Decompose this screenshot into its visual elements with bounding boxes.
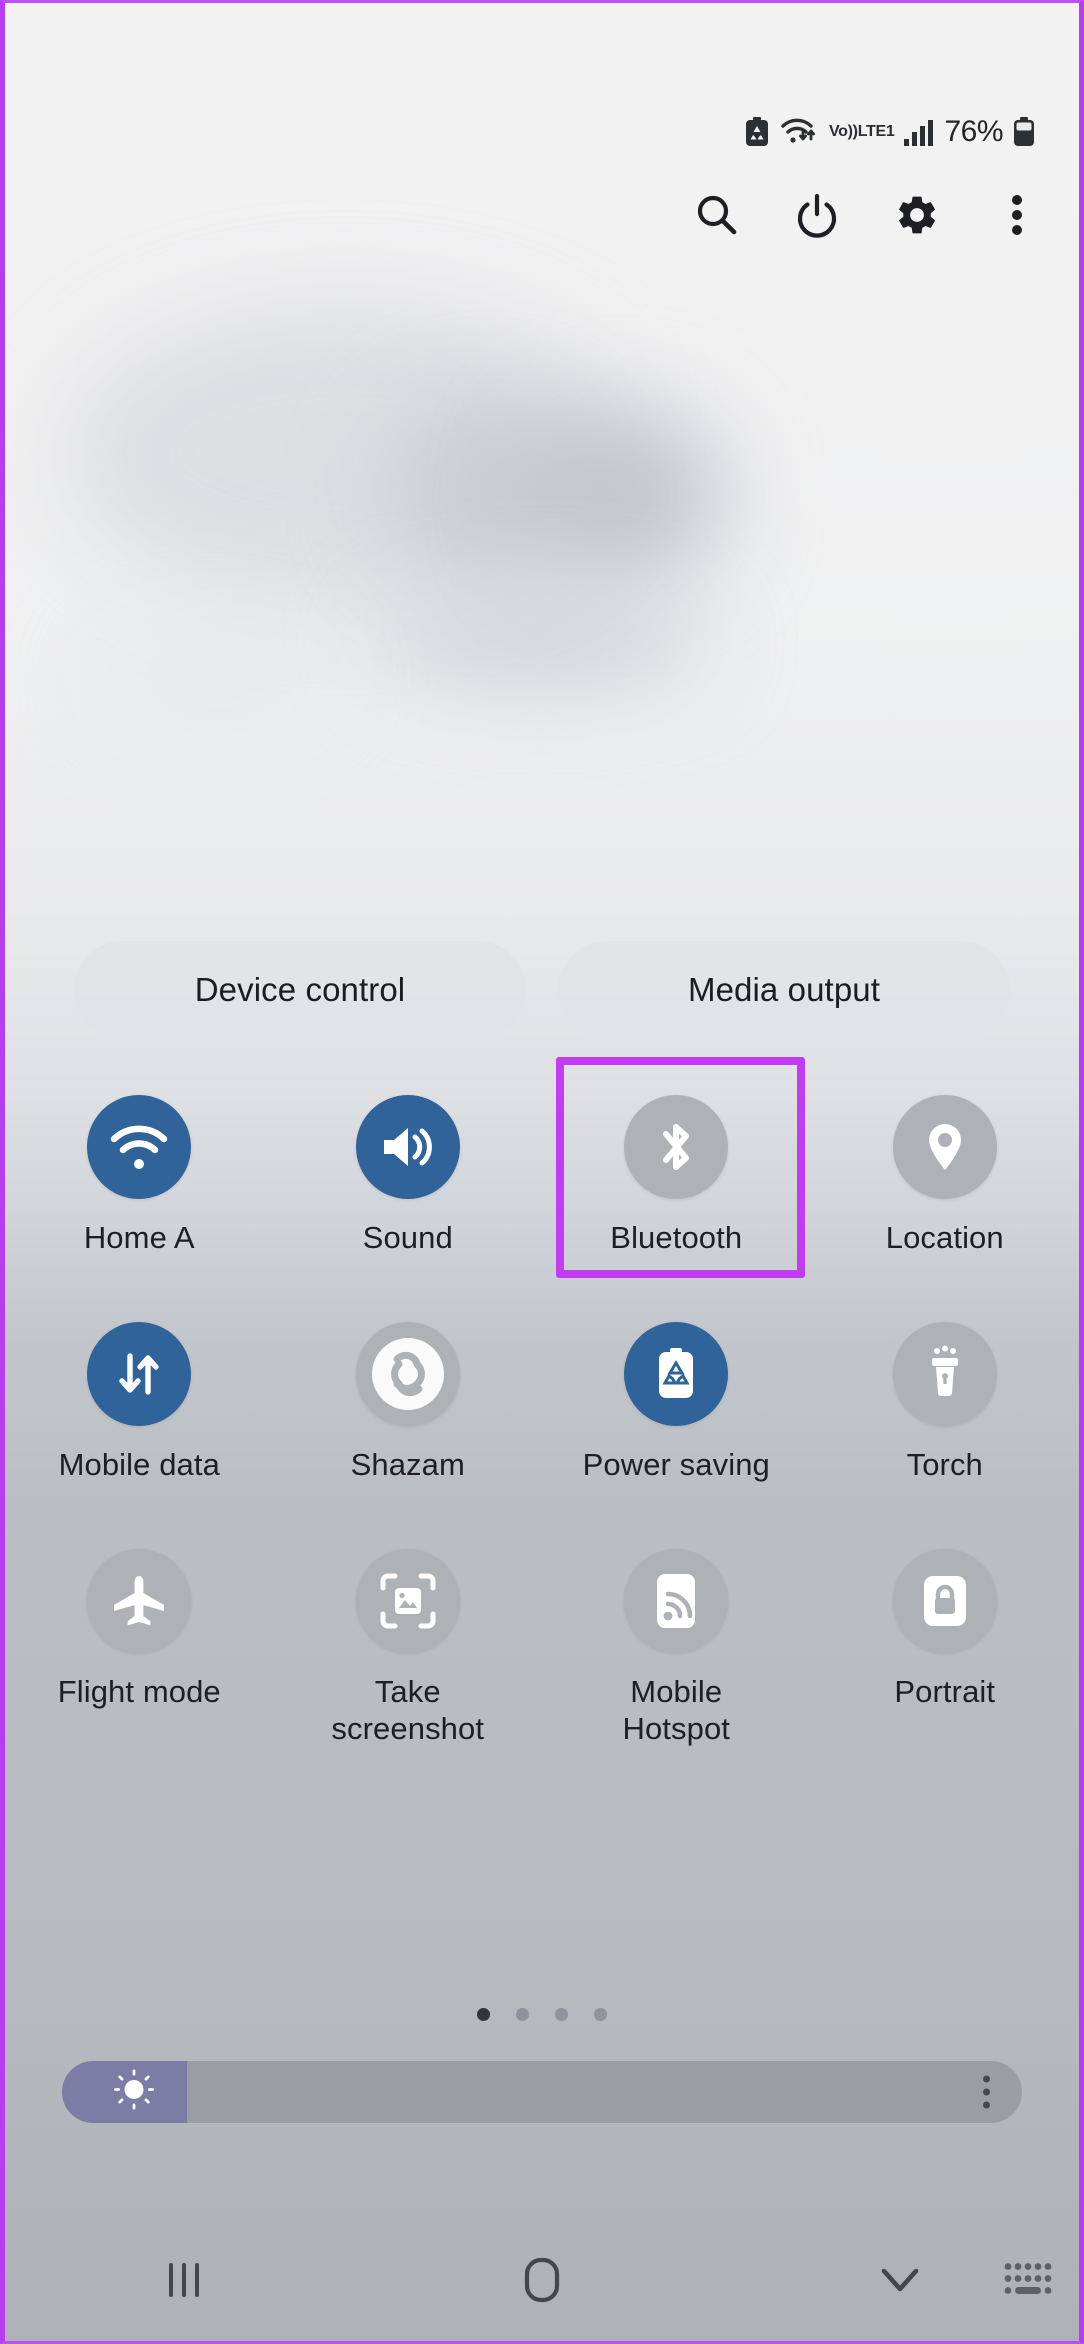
dot [983, 2075, 990, 2083]
recents-icon [161, 2256, 207, 2309]
qs-label: Home A [83, 1220, 195, 1255]
home-button[interactable] [363, 2255, 721, 2310]
qs-tile-mobile-data[interactable]: Mobile data [5, 1296, 274, 1483]
qs-tile-bluetooth[interactable]: Bluetooth [542, 1057, 811, 1278]
qs-tile-torch[interactable]: Torch [811, 1296, 1080, 1483]
qs-tile-wifi[interactable]: Home A [5, 1069, 274, 1256]
gear-icon [894, 192, 940, 243]
hotspot-icon [624, 1549, 729, 1653]
quick-settings-row: Home A Sound Bluetooth Location [5, 1057, 1080, 1278]
qs-tile-location[interactable]: Location [811, 1069, 1080, 1256]
brightness-sun-icon [112, 2068, 156, 2117]
settings-button[interactable] [891, 191, 943, 243]
media-output-label: Media output [688, 971, 880, 1008]
quick-settings-row: Flight mode Take screenshot Mobile Hotsp… [5, 1523, 1079, 1747]
rotation-lock-icon [892, 1549, 997, 1653]
header-actions [691, 191, 1043, 243]
more-options-button[interactable] [991, 191, 1043, 243]
keyboard-switch-button[interactable] [1001, 2260, 1055, 2305]
qs-tile-power-saving[interactable]: Power saving [542, 1296, 811, 1483]
dot [983, 2088, 990, 2096]
blurred-notification-area [5, 273, 1079, 893]
quick-settings-panel: Vo)) LTE1 76% Device control Media outpu… [0, 0, 1084, 2344]
airplane-icon [87, 1549, 192, 1653]
recents-button[interactable] [5, 2256, 363, 2309]
page-dot-2[interactable] [516, 2008, 529, 2021]
chevron-down-icon [876, 2261, 924, 2304]
wifi-transfer-icon [779, 117, 819, 147]
power-saving-battery-icon [745, 117, 769, 147]
qs-tile-flight-mode[interactable]: Flight mode [5, 1523, 274, 1747]
page-indicator [5, 2008, 1079, 2021]
shazam-icon [355, 1322, 460, 1426]
qs-label: Shazam [350, 1447, 465, 1482]
qs-label: Torch [906, 1447, 983, 1482]
quick-settings-row: Mobile data Shazam Power saving Torch [5, 1296, 1079, 1483]
qs-tile-sound[interactable]: Sound [274, 1069, 543, 1256]
signal-bars-icon [904, 118, 934, 146]
qs-tile-take-screenshot[interactable]: Take screenshot [274, 1523, 543, 1747]
search-button[interactable] [691, 191, 743, 243]
qs-label: Flight mode [57, 1674, 221, 1709]
more-options-icon [1010, 192, 1024, 243]
qs-label: Portrait [894, 1674, 996, 1709]
qs-label: Power saving [582, 1447, 770, 1482]
page-dot-3[interactable] [555, 2008, 568, 2021]
qs-tile-shazam[interactable]: Shazam [274, 1296, 543, 1483]
battery-icon [1013, 117, 1035, 147]
battery-percent-label: 76% [944, 115, 1003, 148]
shortcut-pills: Device control Media output [5, 941, 1079, 1039]
power-button[interactable] [791, 191, 843, 243]
volte-top-label: Vo)) [829, 123, 858, 140]
brightness-more-options-icon[interactable] [983, 2075, 990, 2109]
device-control-label: Device control [194, 971, 406, 1008]
qs-tile-portrait[interactable]: Portrait [811, 1523, 1080, 1747]
dot [983, 2101, 990, 2109]
brightness-slider[interactable] [62, 2061, 1022, 2123]
keyboard-icon [1001, 2263, 1055, 2304]
page-dot-1[interactable] [477, 2008, 490, 2021]
flashlight-icon [892, 1322, 997, 1426]
qs-label: Sound [362, 1220, 453, 1255]
qs-label: Mobile data [58, 1447, 220, 1482]
device-control-button[interactable]: Device control [74, 941, 526, 1039]
navigation-bar [5, 2223, 1079, 2341]
qs-label: Bluetooth [610, 1220, 743, 1255]
qs-label: Location [885, 1220, 1004, 1255]
qs-label: Take screenshot [331, 1674, 485, 1746]
volume-icon [355, 1095, 460, 1199]
qs-label: Mobile Hotspot [622, 1674, 731, 1746]
power-icon [794, 192, 840, 243]
wifi-icon [87, 1095, 192, 1199]
volte-icon: Vo)) LTE1 [829, 122, 895, 140]
screenshot-icon [355, 1549, 460, 1653]
location-pin-icon [892, 1095, 997, 1199]
qs-tile-mobile-hotspot[interactable]: Mobile Hotspot [542, 1523, 811, 1747]
status-bar: Vo)) LTE1 76% [745, 115, 1035, 149]
volte-bottom-label: LTE1 [857, 122, 895, 140]
bluetooth-icon [624, 1095, 729, 1199]
page-dot-4[interactable] [594, 2008, 607, 2021]
home-icon [519, 2255, 565, 2310]
power-saving-icon [624, 1322, 729, 1426]
quick-settings-grid: Home A Sound Bluetooth Location Mobile d… [5, 1057, 1080, 1747]
search-icon [694, 192, 740, 243]
media-output-button[interactable]: Media output [558, 941, 1010, 1039]
mobile-data-icon [87, 1322, 192, 1426]
